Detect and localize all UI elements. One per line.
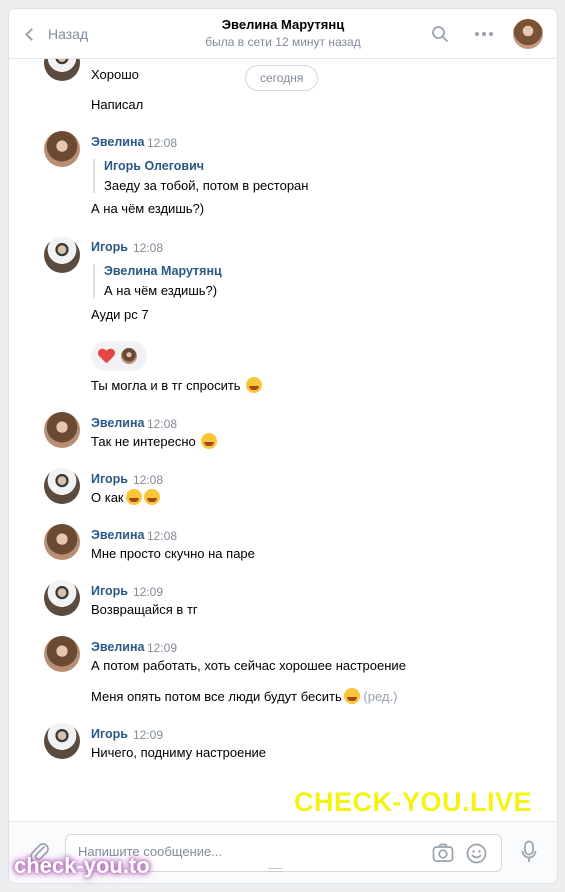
message-text: О как	[91, 489, 160, 505]
message-text: Ничего, подниму настроение	[91, 745, 266, 760]
joy-emoji-icon	[343, 688, 360, 704]
message-text: А на чём ездишь?)	[91, 201, 205, 216]
message-author[interactable]: Игорь	[91, 472, 128, 486]
edited-mark: (ред.)	[363, 689, 398, 704]
avatar[interactable]	[44, 636, 80, 672]
joy-emoji-icon	[201, 433, 218, 449]
message-author[interactable]: Игорь	[91, 584, 128, 598]
chat-window: Назад Эвелина Марутянц была в сети 12 ми…	[8, 8, 558, 884]
message-author[interactable]: Игорь	[91, 240, 128, 254]
sweat-smile-emoji-icon	[246, 377, 263, 393]
quoted-message[interactable]: Игорь Олегович Заеду за тобой, потом в р…	[93, 159, 308, 193]
message-time: 12:08	[133, 241, 164, 255]
avatar[interactable]	[44, 59, 80, 81]
message-text: Так не интересно	[91, 433, 218, 449]
reaction-badge[interactable]	[91, 341, 147, 371]
message-text-body: Так не интересно	[91, 434, 196, 449]
quote-author: Эвелина Марутянц	[104, 264, 222, 278]
avatar[interactable]	[44, 412, 80, 448]
emoji-picker-icon[interactable]	[466, 843, 487, 867]
message-text: Ты могла и в тг спросить	[91, 377, 263, 393]
avatar[interactable]	[44, 131, 80, 167]
peer-avatar[interactable]	[513, 19, 543, 49]
brand-watermark: check-you.to	[14, 853, 150, 878]
message-text-body: Меня опять потом все люди будут бесить	[91, 689, 342, 704]
avatar[interactable]	[44, 468, 80, 504]
message-author[interactable]: Эвелина	[91, 416, 145, 430]
message-author[interactable]: Эвелина	[91, 528, 145, 542]
avatar[interactable]	[44, 237, 80, 273]
chat-header: Назад Эвелина Марутянц была в сети 12 ми…	[9, 9, 557, 59]
message-text: Хорошо	[91, 67, 139, 82]
message-text: А потом работать, хоть сейчас хорошее на…	[91, 658, 406, 673]
heart-icon	[98, 349, 115, 364]
message-author[interactable]: Эвелина	[91, 135, 145, 149]
message-text: Мне просто скучно на паре	[91, 546, 255, 561]
avatar[interactable]	[44, 524, 80, 560]
message-author[interactable]: Эвелина	[91, 640, 145, 654]
avatar[interactable]	[44, 723, 80, 759]
camera-icon[interactable]	[432, 843, 454, 866]
resize-handle[interactable]	[268, 868, 282, 872]
watermark-text: CHECK-YOU.LIVE	[294, 787, 533, 817]
search-icon[interactable]	[425, 19, 455, 49]
joy-emoji-icon	[143, 489, 160, 505]
microphone-icon[interactable]	[521, 840, 537, 867]
quote-text: Заеду за тобой, потом в ресторан	[104, 178, 309, 193]
message-text: Возвращайся в тг	[91, 602, 198, 617]
date-divider: сегодня	[245, 65, 319, 91]
message-time: 12:09	[133, 728, 164, 742]
reactor-avatar	[121, 348, 137, 364]
header-actions	[411, 19, 543, 49]
message-time: 12:08	[147, 136, 178, 150]
quote-text: А на чём ездишь?)	[104, 283, 218, 298]
message-history: сегодня Хорошо Написал Эвелина 12:08 Иго…	[9, 59, 557, 821]
message-author[interactable]: Игорь	[91, 727, 128, 741]
message-time: 12:08	[147, 529, 178, 543]
message-time: 12:09	[147, 641, 178, 655]
message-time: 12:09	[133, 585, 164, 599]
avatar[interactable]	[44, 580, 80, 616]
message-time: 12:08	[133, 473, 164, 487]
message-text-body: Ты могла и в тг спросить	[91, 378, 241, 393]
message-text-body: О как	[91, 490, 124, 505]
quote-author: Игорь Олегович	[104, 159, 205, 173]
quoted-message[interactable]: Эвелина Марутянц А на чём ездишь?)	[93, 264, 222, 298]
message-text: Написал	[91, 97, 144, 112]
message-time: 12:08	[147, 417, 178, 431]
more-icon[interactable]	[469, 19, 499, 49]
message-text: Ауди рс 7	[91, 307, 149, 322]
message-text: Меня опять потом все люди будут бесить (…	[91, 688, 397, 704]
joy-emoji-icon	[125, 489, 142, 505]
